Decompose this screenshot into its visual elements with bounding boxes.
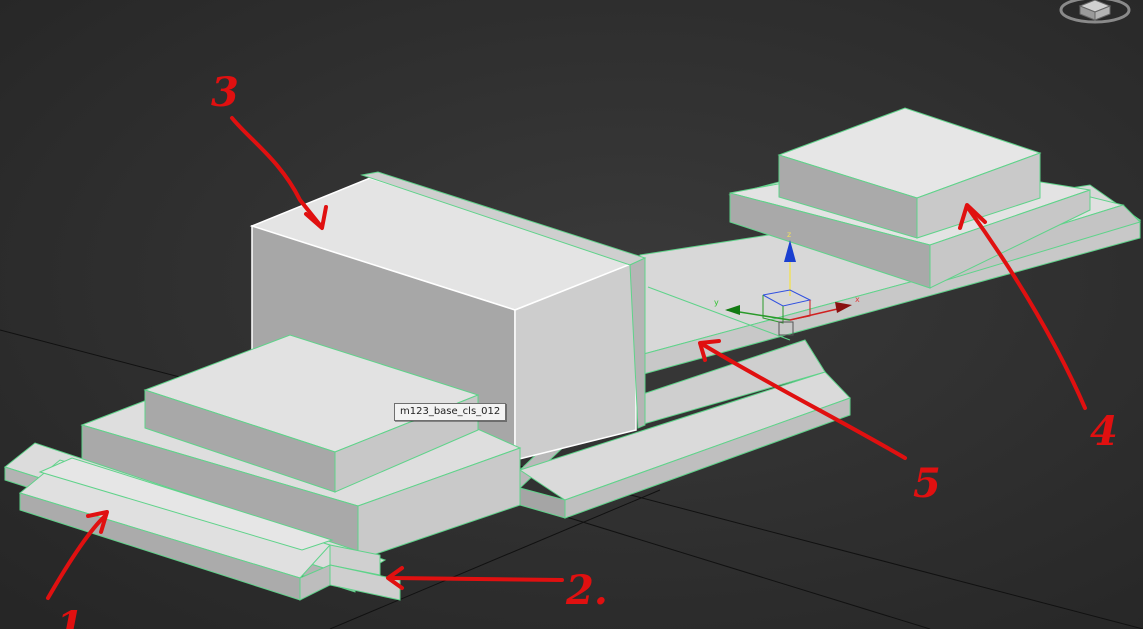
- object-name-tooltip: m123_base_cls_012: [394, 403, 507, 421]
- arrow-2: [390, 576, 564, 582]
- viewcube-icon[interactable]: [1058, 0, 1132, 28]
- gizmo-x-label: x: [855, 295, 860, 304]
- gizmo-z-label: z: [787, 230, 791, 239]
- viewport-scene[interactable]: z y x 3 1 2. 5 4: [0, 0, 1143, 629]
- gizmo-y-label: y: [714, 298, 719, 307]
- perspective-viewport[interactable]: z y x 3 1 2. 5 4 m123_base_cls_012: [0, 0, 1143, 629]
- annotation-label-3: 3: [211, 69, 239, 116]
- annotation-label-2: 2.: [565, 567, 608, 614]
- annotation-label-4: 4: [1090, 408, 1118, 455]
- annotation-label-1: 1: [56, 603, 84, 629]
- annotation-label-5: 5: [913, 460, 941, 507]
